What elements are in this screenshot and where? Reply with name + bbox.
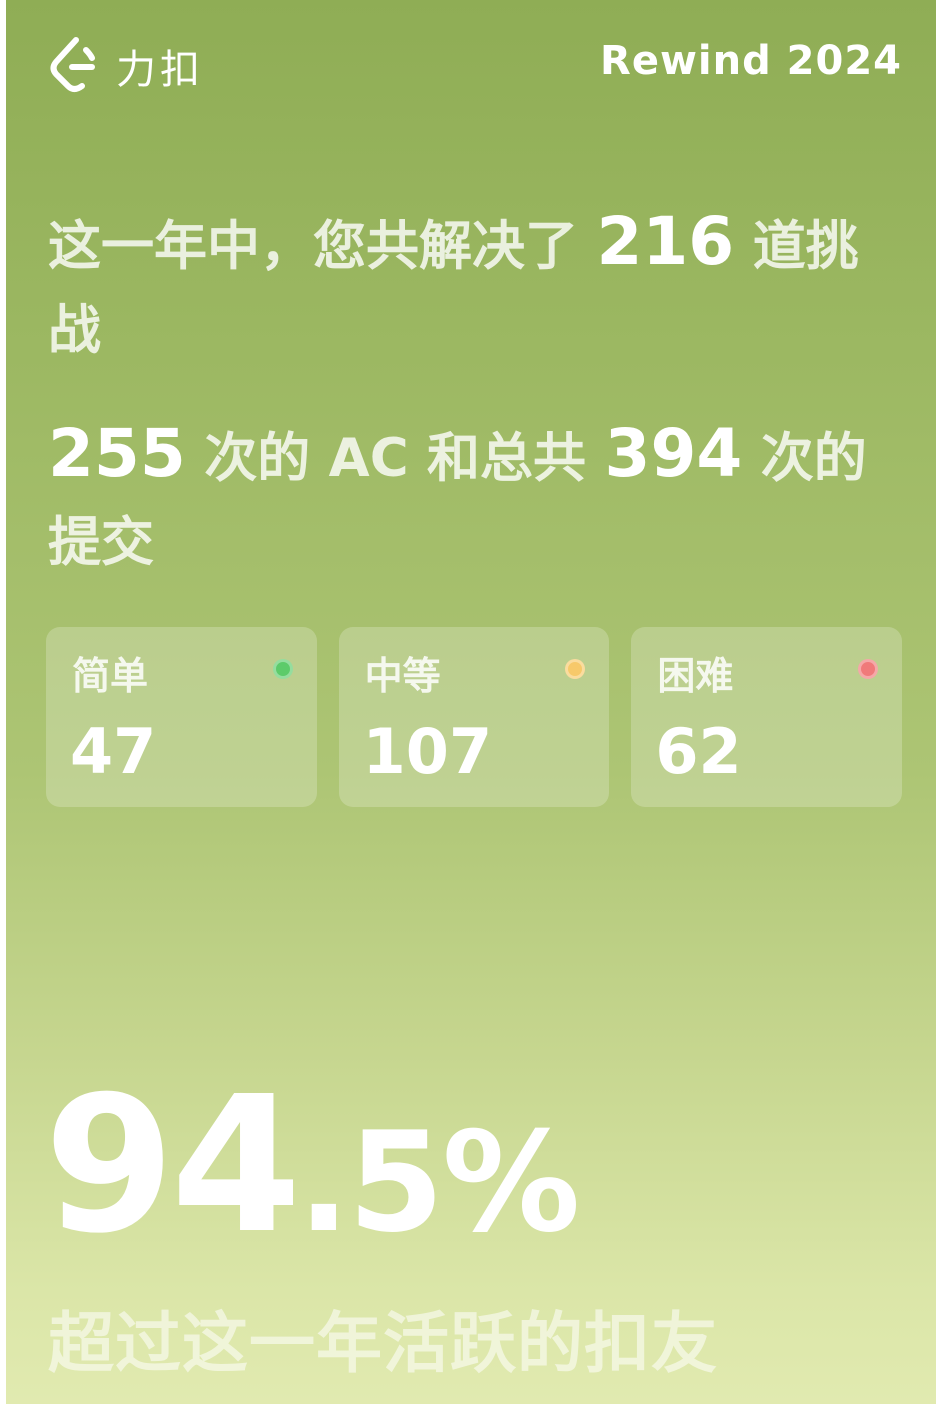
- leetcode-logo[interactable]: 力扣: [46, 34, 204, 98]
- stat-label: 困难: [657, 654, 734, 698]
- stat-hard: 困难 62: [631, 627, 903, 807]
- ac-count: 255: [48, 415, 186, 492]
- stat-value: 47: [70, 715, 157, 788]
- solved-statement: 这一年中，您共解决了 216 道挑战: [48, 200, 896, 373]
- stat-value: 107: [362, 715, 493, 788]
- difficulty-stats: 简单 47 中等 107 困难 62: [46, 627, 903, 807]
- stat-label: 中等: [364, 654, 441, 698]
- submission-statement: 255 次的 AC 和总共 394 次的提交: [48, 412, 896, 585]
- solved-prefix: 这一年中，您共解决了: [48, 216, 578, 277]
- easy-dot-icon: [272, 659, 293, 679]
- submit-count: 394: [604, 415, 743, 492]
- stat-label: 简单: [72, 654, 149, 698]
- stat-easy: 简单 47: [46, 627, 317, 807]
- leetcode-logo-icon: [46, 34, 102, 98]
- percentile-value: 94.5%: [44, 1072, 581, 1263]
- solved-count: 216: [596, 203, 735, 280]
- hard-dot-icon: [858, 659, 879, 679]
- percentile-caption: 超过这一年活跃的扣友: [48, 1305, 718, 1382]
- ac-mid-text: 次的 AC 和总共: [204, 428, 587, 489]
- percentile-integer: 94: [44, 1056, 302, 1275]
- stat-medium: 中等 107: [338, 627, 610, 807]
- percentile-decimal: .5%: [297, 1102, 581, 1263]
- logo-text: 力扣: [116, 47, 204, 93]
- rewind-card: 力扣 Rewind 2024 这一年中，您共解决了 216 道挑战 255 次的…: [6, 0, 936, 1404]
- rewind-title: Rewind 2024: [600, 38, 902, 84]
- stat-value: 62: [655, 715, 742, 788]
- medium-dot-icon: [565, 659, 586, 679]
